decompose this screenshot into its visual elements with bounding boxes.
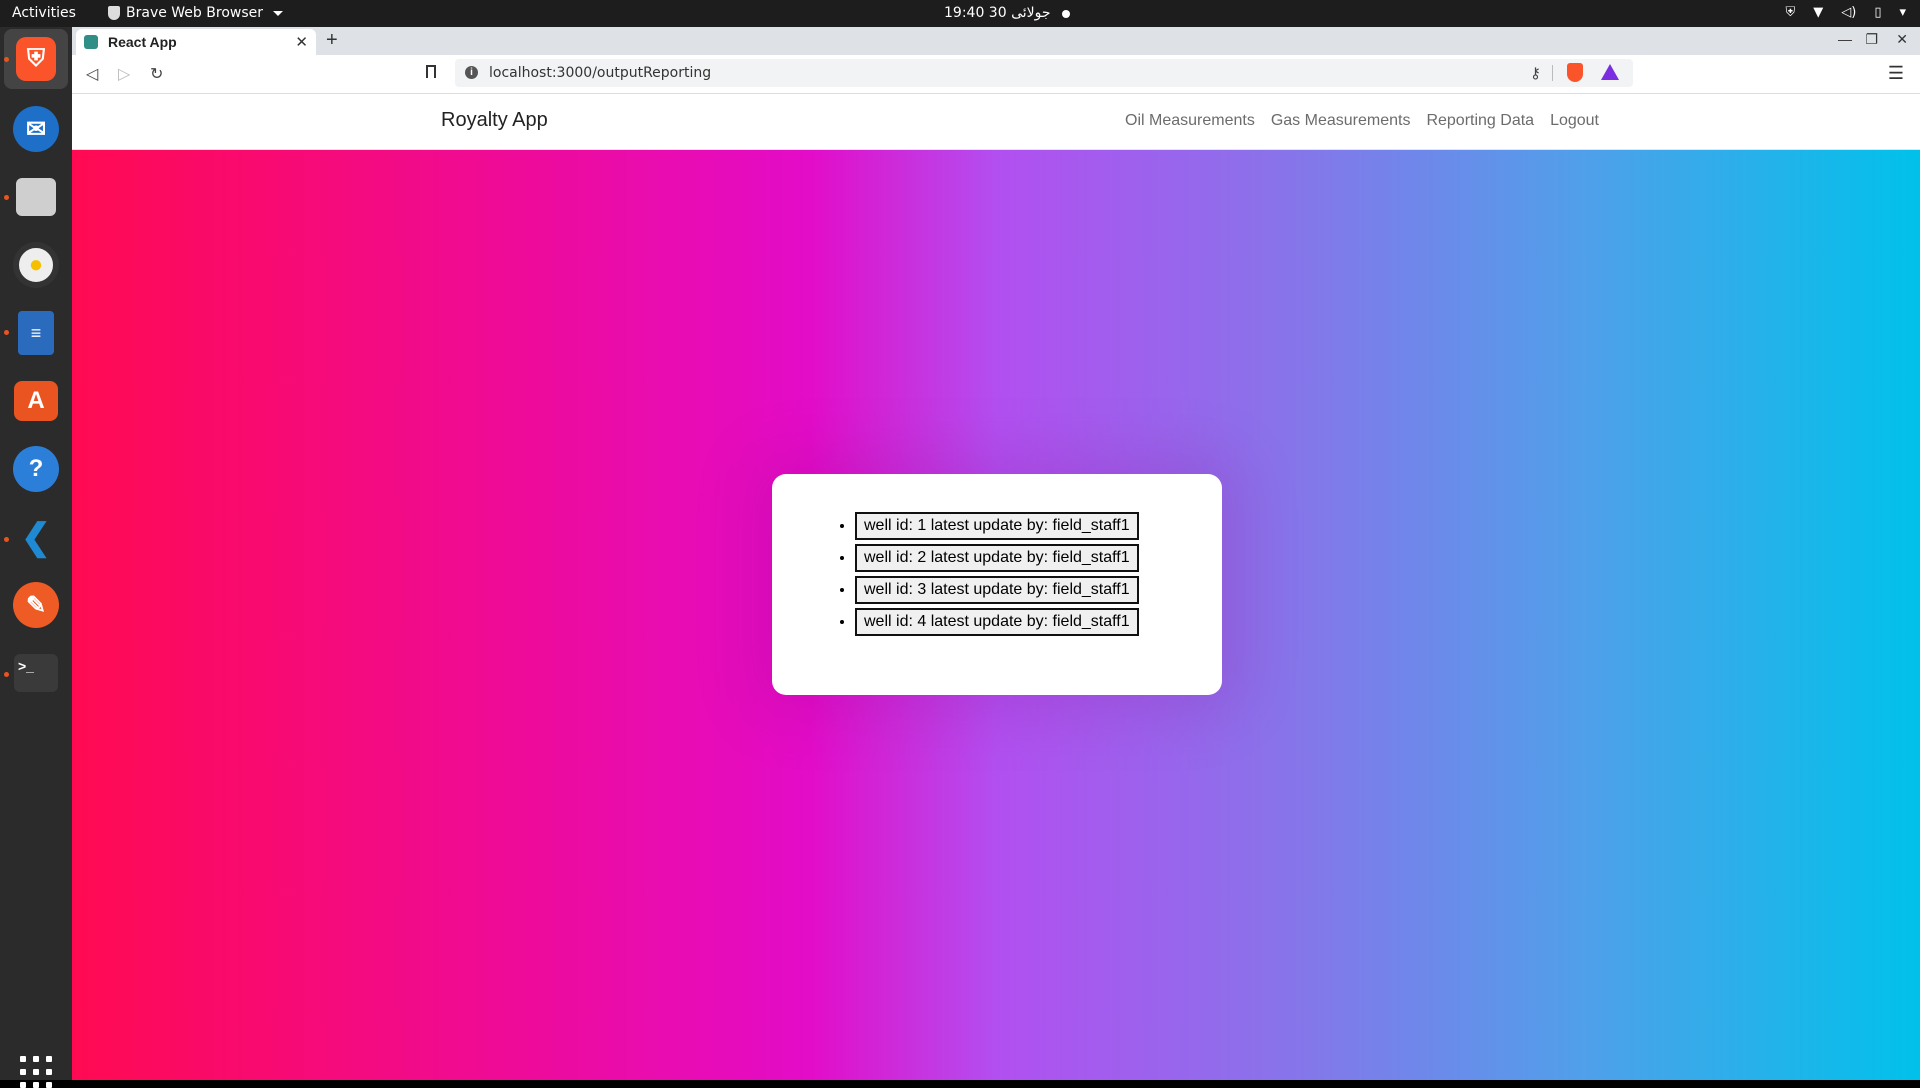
help-icon: ?	[13, 446, 59, 492]
minimize-icon[interactable]: —	[1838, 31, 1852, 47]
brave-shields-icon[interactable]	[1567, 63, 1583, 82]
back-button[interactable]: ◁	[86, 64, 98, 84]
running-indicator	[4, 195, 9, 200]
wells-card: well id: 1 latest update by: field_staff…	[772, 474, 1222, 695]
dock-ubuntu-software[interactable]: A	[12, 377, 60, 425]
list-item: well id: 4 latest update by: field_staff…	[855, 608, 1139, 636]
brave-app-icon	[108, 6, 120, 20]
tab-title: React App	[108, 34, 177, 50]
reload-button[interactable]: ↻	[150, 64, 163, 84]
chevron-down-icon	[273, 10, 283, 16]
app-menu[interactable]: Brave Web Browser	[108, 5, 283, 21]
dock-thunderbird[interactable]: ✉	[12, 105, 60, 153]
wifi-icon[interactable]: ▼	[1813, 5, 1823, 21]
new-tab-button[interactable]: +	[326, 29, 338, 52]
running-indicator	[4, 537, 9, 542]
browser-window: React App ✕ + — ❐ ✕ ◁ ▷ ↻ i localhost:30…	[72, 27, 1920, 1080]
clock[interactable]: 19:40 30 جولائی	[944, 5, 1051, 21]
dock-files[interactable]	[12, 173, 60, 221]
list-item: well id: 1 latest update by: field_staff…	[855, 512, 1139, 540]
close-window-icon[interactable]: ✕	[1896, 31, 1908, 48]
shield-icon[interactable]: ⛨	[1785, 5, 1795, 21]
notification-dot-icon	[1062, 10, 1070, 18]
site-info-icon[interactable]: i	[465, 66, 478, 79]
dock-libreoffice-writer[interactable]: ≡	[12, 309, 60, 357]
terminal-icon: >_	[14, 654, 58, 692]
system-tray[interactable]: ⛨ ▼ ◁) ▯ ▾	[1785, 5, 1906, 21]
files-folder-icon	[16, 178, 56, 216]
gradient-background: well id: 1 latest update by: field_staff…	[72, 150, 1920, 1080]
nav-links: Oil Measurements Gas Measurements Report…	[1125, 112, 1599, 130]
dock-rhythmbox[interactable]: ●	[12, 241, 60, 289]
list-item: well id: 3 latest update by: field_staff…	[855, 576, 1139, 604]
running-indicator	[4, 57, 9, 62]
rhythmbox-icon: ●	[13, 242, 59, 288]
battery-icon[interactable]: ▯	[1874, 5, 1881, 21]
dock-terminal[interactable]: >_	[12, 649, 60, 697]
running-indicator	[4, 330, 9, 335]
well-button[interactable]: well id: 2 latest update by: field_staff…	[855, 544, 1139, 572]
well-button[interactable]: well id: 4 latest update by: field_staff…	[855, 608, 1139, 636]
bookmark-icon[interactable]	[426, 65, 436, 78]
system-top-bar: Activities Brave Web Browser 19:40 30 جو…	[0, 0, 1920, 27]
nav-oil-measurements[interactable]: Oil Measurements	[1125, 112, 1255, 130]
vscode-icon: ❮	[20, 516, 52, 557]
nav-gas-measurements[interactable]: Gas Measurements	[1271, 112, 1411, 130]
tab-strip: React App ✕ + — ❐ ✕	[72, 27, 1920, 55]
wells-list: well id: 1 latest update by: field_staff…	[835, 512, 1139, 640]
key-icon[interactable]: ⚷	[1530, 64, 1541, 82]
address-bar[interactable]: i localhost:3000/outputReporting ⚷	[455, 59, 1633, 87]
tab-react-app[interactable]: React App ✕	[76, 29, 316, 55]
power-menu-chevron-icon[interactable]: ▾	[1899, 5, 1906, 21]
brave-lion-icon: ⛨	[16, 37, 56, 81]
restore-icon[interactable]: ❐	[1865, 31, 1878, 48]
show-applications-grid-icon[interactable]	[20, 1056, 52, 1088]
dock-help[interactable]: ?	[12, 445, 60, 493]
well-button[interactable]: well id: 1 latest update by: field_staff…	[855, 512, 1139, 540]
activities-button[interactable]: Activities	[12, 5, 76, 21]
close-tab-icon[interactable]: ✕	[295, 33, 308, 51]
app-navbar: Royalty App Oil Measurements Gas Measure…	[72, 94, 1920, 150]
forward-button[interactable]: ▷	[118, 64, 130, 84]
postman-icon: ✎	[13, 582, 59, 628]
divider	[1552, 65, 1553, 81]
brave-rewards-icon[interactable]	[1601, 64, 1619, 80]
dock-brave[interactable]: ⛨	[4, 29, 68, 89]
dock: ⛨ ✉ ● ≡ A ? ❮ ✎ >_	[0, 27, 72, 1088]
nav-reporting-data[interactable]: Reporting Data	[1426, 112, 1534, 130]
volume-icon[interactable]: ◁)	[1841, 5, 1856, 21]
dock-postman[interactable]: ✎	[12, 581, 60, 629]
well-button[interactable]: well id: 3 latest update by: field_staff…	[855, 576, 1139, 604]
brand-link[interactable]: Royalty App	[441, 109, 548, 132]
browser-toolbar: ◁ ▷ ↻ i localhost:3000/outputReporting ⚷…	[72, 55, 1920, 94]
list-item: well id: 2 latest update by: field_staff…	[855, 544, 1139, 572]
hamburger-menu-icon[interactable]: ☰	[1888, 63, 1904, 84]
dock-vscode[interactable]: ❮	[12, 513, 60, 561]
web-page: Royalty App Oil Measurements Gas Measure…	[72, 94, 1920, 1080]
app-menu-label: Brave Web Browser	[126, 5, 263, 21]
react-favicon-icon	[84, 35, 98, 49]
url-text[interactable]: localhost:3000/outputReporting	[489, 65, 711, 81]
nav-logout[interactable]: Logout	[1550, 112, 1599, 130]
software-bag-icon: A	[14, 381, 58, 421]
thunderbird-icon: ✉	[13, 106, 59, 152]
writer-document-icon: ≡	[18, 311, 54, 355]
running-indicator	[4, 672, 9, 677]
